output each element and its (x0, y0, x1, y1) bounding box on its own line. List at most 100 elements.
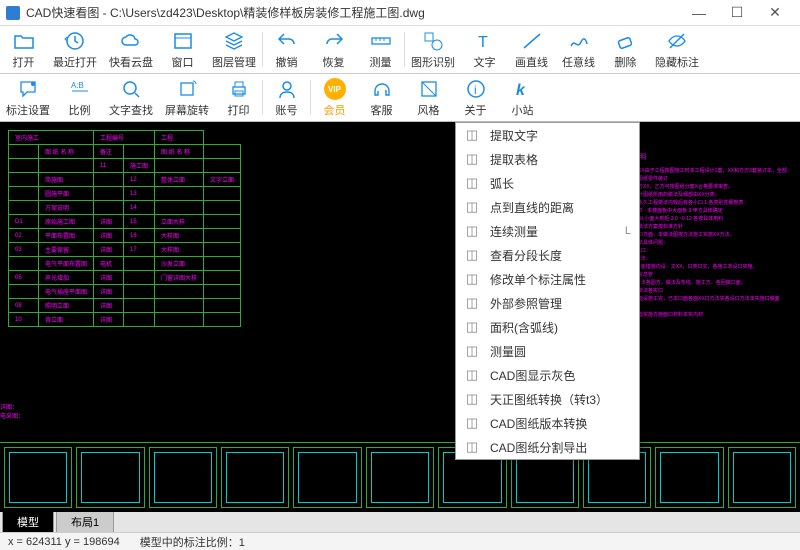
tab-model[interactable]: 模型 (2, 511, 54, 532)
thumb[interactable] (76, 447, 144, 508)
thumb[interactable] (728, 447, 796, 508)
tool-vip[interactable]: VIP会员 (311, 74, 358, 121)
arc-icon: ◫ (464, 175, 480, 191)
menu-item-segment[interactable]: ◫查看分段长度 (456, 243, 639, 267)
history-icon (64, 30, 86, 52)
tool-label: 比例 (69, 102, 91, 118)
info-icon: i (465, 78, 487, 100)
user-icon (276, 78, 298, 100)
status-scale: 模型中的标注比例：1 (140, 534, 245, 550)
tool-label: 文字 (474, 54, 496, 70)
erase-icon (615, 30, 637, 52)
maximize-button[interactable]: ☐ (718, 0, 756, 26)
tool-undo[interactable]: 撤销 (263, 26, 310, 73)
menu-item-area[interactable]: ◫面积(含弧线) (456, 315, 639, 339)
tool-info[interactable]: i 关于 (452, 74, 499, 121)
shape-icon (422, 30, 444, 52)
tool-erase[interactable]: 删除 (602, 26, 649, 73)
tool-label: 文字查找 (109, 102, 153, 118)
tool-label: 图形识别 (411, 54, 455, 70)
layers-icon (223, 30, 245, 52)
thumb[interactable] (149, 447, 217, 508)
tool-label: 快看云盘 (109, 54, 153, 70)
tool-layers[interactable]: 图层管理 (206, 26, 262, 73)
line-icon (521, 30, 543, 52)
tool-freehand[interactable]: 任意线 (555, 26, 602, 73)
tool-folder-open[interactable]: 打开 (0, 26, 47, 73)
menu-item-text-extract[interactable]: ◫提取文字 (456, 123, 639, 147)
thumb[interactable] (293, 447, 361, 508)
table-extract-icon: ◫ (464, 151, 480, 167)
menu-item-xref[interactable]: ◫外部参照管理 (456, 291, 639, 315)
tool-k-logo[interactable]: k小站 (499, 74, 546, 121)
cad-canvas[interactable]: 室内施工工程编号工程图 纸 名 称备注图 纸 名 称11施工图简施图12整体立面… (0, 122, 800, 512)
tool-label: 打印 (228, 102, 250, 118)
status-bar: x = 624311 y = 198694 模型中的标注比例：1 (0, 532, 800, 550)
window-icon (172, 30, 194, 52)
tool-window[interactable]: 窗口 (159, 26, 206, 73)
svg-text:i: i (474, 83, 477, 97)
menu-item-point-line[interactable]: ◫点到直线的距离 (456, 195, 639, 219)
undo-icon (276, 30, 298, 52)
menu-item-version[interactable]: ◫CAD图纸版本转换 (456, 411, 639, 435)
convert-icon: ◫ (464, 391, 480, 407)
text-extract-icon: ◫ (464, 127, 480, 143)
k-logo-icon: k (512, 78, 534, 100)
tool-label: 关于 (465, 102, 487, 118)
tool-ab-scale[interactable]: A:B比例 (56, 74, 103, 121)
menu-item-chain[interactable]: ◫连续测量L (456, 219, 639, 243)
search-icon (120, 78, 142, 100)
toolbar-primary: 打开 最近打开快看云盘窗口图层管理撤销 恢复 测量 图形识别 T 文字 画直线任意线删除隐藏标… (0, 26, 800, 74)
menu-item-table-extract[interactable]: ◫提取表格 (456, 147, 639, 171)
gray-icon: ◫ (464, 367, 480, 383)
menu-item-circle[interactable]: ◫测量圆 (456, 339, 639, 363)
tool-label: 画直线 (515, 54, 548, 70)
tool-rotate[interactable]: 屏幕旋转 (159, 74, 215, 121)
tool-hide[interactable]: 隐藏标注 (649, 26, 705, 73)
tool-text[interactable]: T 文字 (461, 26, 508, 73)
hide-icon (666, 30, 688, 52)
tool-theme[interactable]: 风格 (405, 74, 452, 121)
freehand-icon (568, 30, 590, 52)
status-coords: x = 624311 y = 198694 (8, 536, 120, 548)
chain-icon: ◫ (464, 223, 480, 239)
tool-headset[interactable]: 客服 (358, 74, 405, 121)
tool-label: 测量 (370, 54, 392, 70)
tab-layout1[interactable]: 布局1 (56, 511, 114, 532)
minimize-button[interactable]: — (680, 0, 718, 26)
tool-label: 恢复 (323, 54, 345, 70)
area-icon: ◫ (464, 319, 480, 335)
tool-shape[interactable]: 图形识别 (405, 26, 461, 73)
headset-icon (371, 78, 393, 100)
tool-user[interactable]: 账号 (263, 74, 310, 121)
close-button[interactable]: ✕ (756, 0, 794, 26)
thumb[interactable] (221, 447, 289, 508)
measure-dropdown-menu: ◫提取文字◫提取表格◫弧长◫点到直线的距离◫连续测量L◫查看分段长度◫修改单个标… (455, 122, 640, 460)
thumb[interactable] (655, 447, 723, 508)
thumb[interactable] (4, 447, 72, 508)
tool-ruler[interactable]: 测量 (357, 26, 404, 73)
tool-label: 隐藏标注 (655, 54, 699, 70)
menu-item-edit-annotation[interactable]: ◫修改单个标注属性 (456, 267, 639, 291)
model-layout-tabs: 模型 布局1 (0, 512, 800, 532)
tool-search[interactable]: 文字查找 (103, 74, 159, 121)
svg-text:T: T (478, 34, 488, 51)
thumb[interactable] (366, 447, 434, 508)
tool-cloud[interactable]: 快看云盘 (103, 26, 159, 73)
menu-item-split[interactable]: ◫CAD图纸分割导出 (456, 435, 639, 459)
tool-annotation[interactable]: 标注设置 (0, 74, 56, 121)
tool-line[interactable]: 画直线 (508, 26, 555, 73)
tool-label: 打开 (13, 54, 35, 70)
xref-icon: ◫ (464, 295, 480, 311)
tool-redo[interactable]: 恢复 (310, 26, 357, 73)
menu-item-convert[interactable]: ◫天正图纸转换（转t3） (456, 387, 639, 411)
tool-label: 客服 (371, 102, 393, 118)
tool-print[interactable]: 打印 (215, 74, 262, 121)
menu-item-arc[interactable]: ◫弧长 (456, 171, 639, 195)
cad-drawing-table: 室内施工工程编号工程图 纸 名 称备注图 纸 名 称11施工图简施图12整体立面… (8, 130, 241, 327)
tool-label: 最近打开 (53, 54, 97, 70)
menu-item-gray[interactable]: ◫CAD图显示灰色 (456, 363, 639, 387)
text-icon: T (474, 30, 496, 52)
tool-history[interactable]: 最近打开 (47, 26, 103, 73)
tool-label: 撤销 (276, 54, 298, 70)
